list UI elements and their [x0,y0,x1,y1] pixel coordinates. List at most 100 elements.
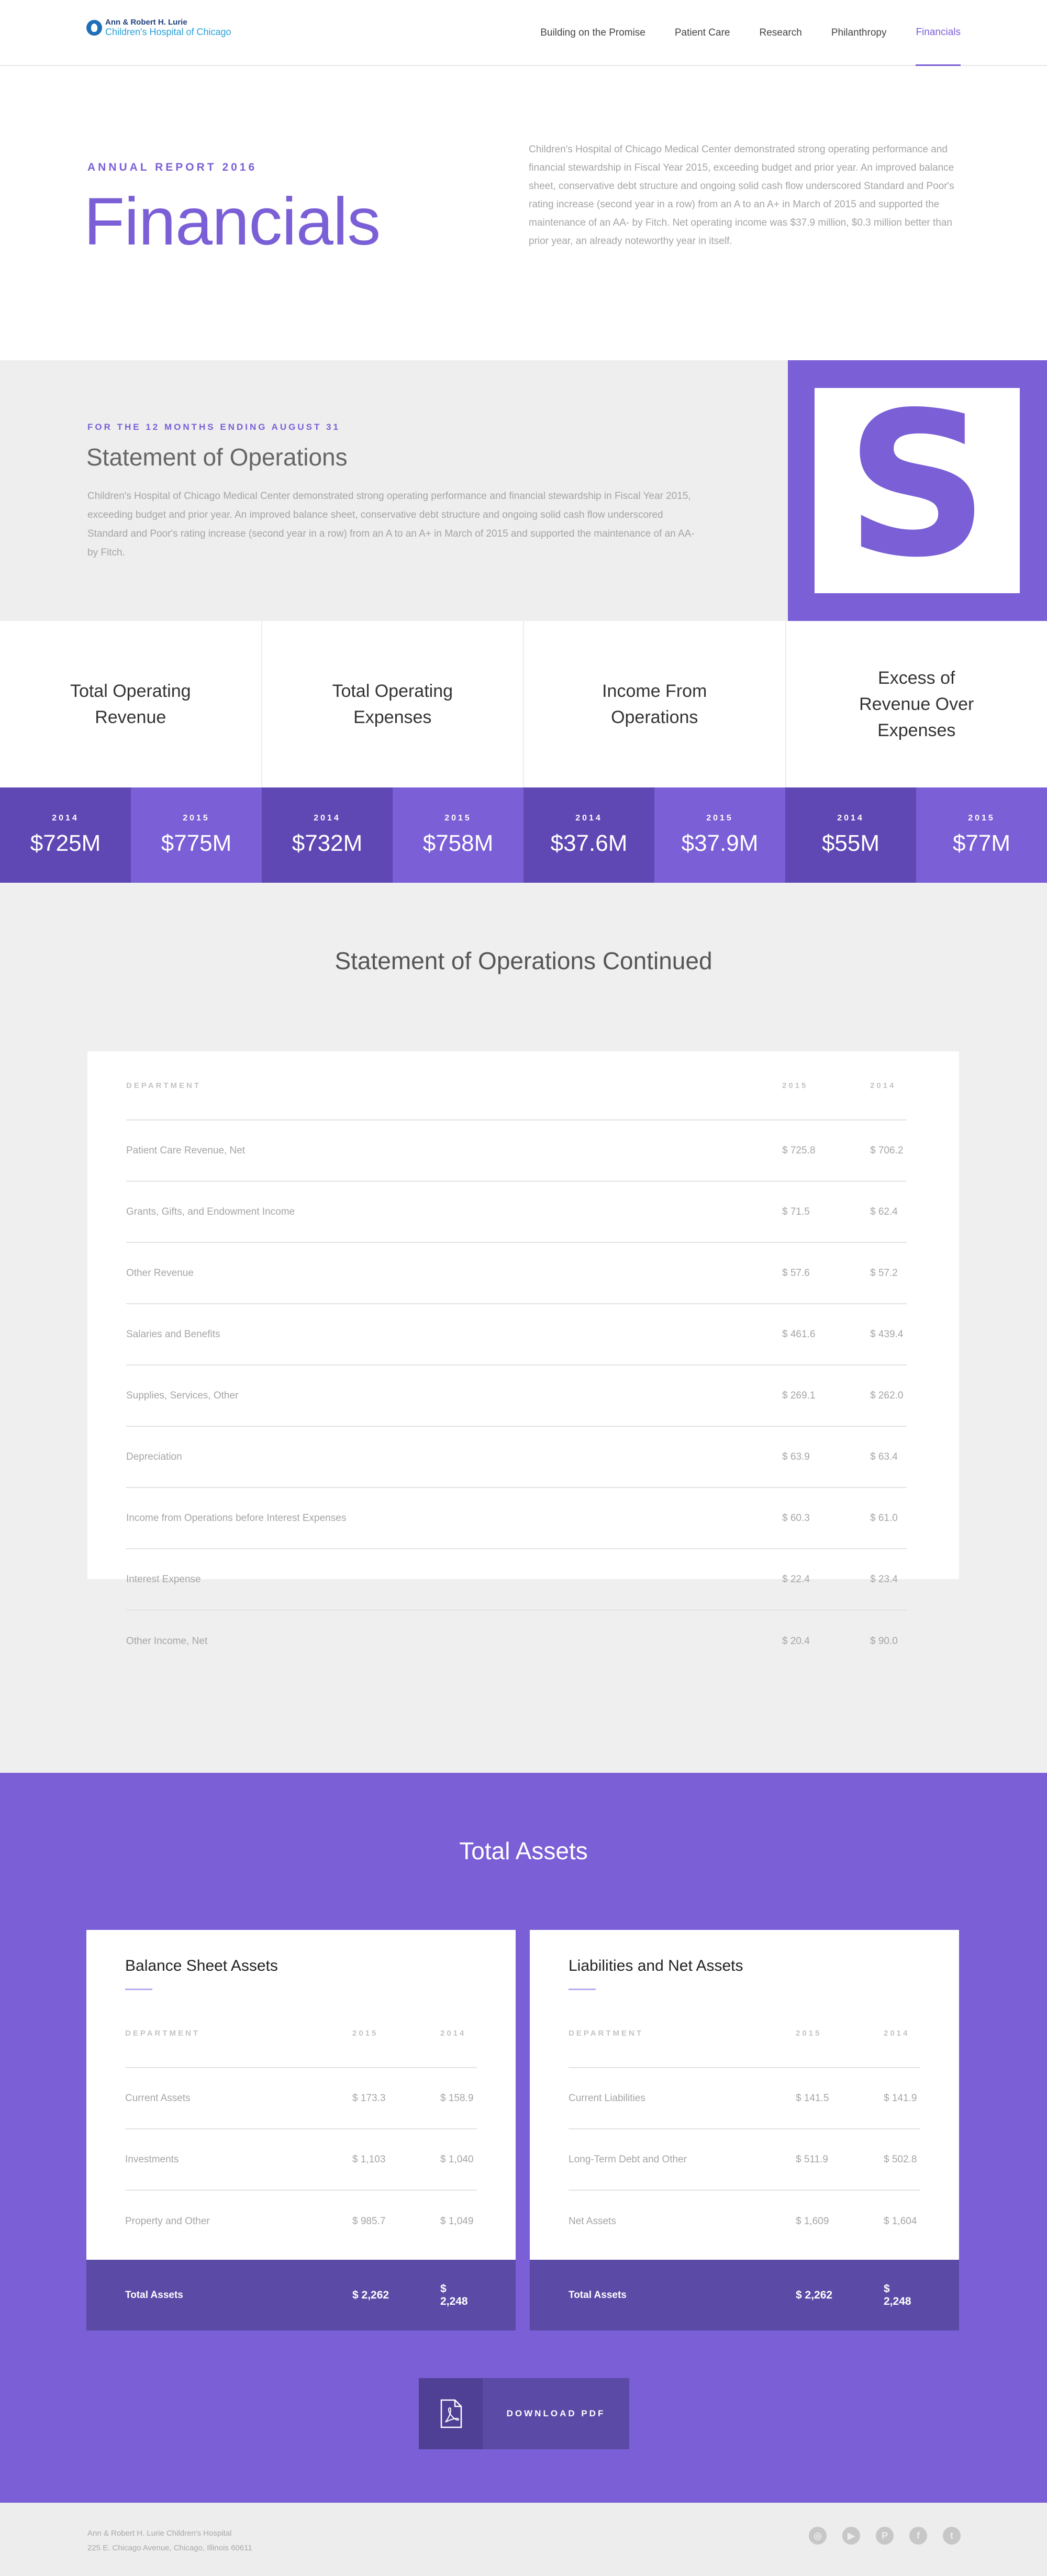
total-label: Total Assets [125,2289,183,2301]
row-name: Other Revenue [126,1267,194,1279]
header-department: DEPARTMENT [569,2028,644,2038]
row-2014: $ 1,040 [440,2153,474,2165]
ops-text: Children's Hospital of Chicago Medical C… [87,491,695,558]
metric-year: 2015 [968,814,995,823]
statement-badge-inner: S [815,386,1020,593]
row-2014: $ 262.0 [870,1390,904,1401]
row-2015: $ 269.1 [782,1390,816,1401]
table-header: DEPARTMENT 2015 2014 [569,1999,920,2068]
row-name: Patient Care Revenue, Net [126,1145,246,1156]
table-row: Current Liabilities $ 141.5 $ 141.9 [569,2068,920,2129]
row-2014: $ 141.9 [884,2092,917,2104]
row-2014: $ 1,049 [440,2215,474,2227]
footer-hospital-name: Ann & Robert H. Lurie Children's Hospita… [87,2529,232,2538]
metric-amount: $55M [821,830,880,856]
table-row: Investments $ 1,103 $ 1,040 [125,2129,477,2191]
row-2015: $ 60.3 [782,1512,810,1524]
total-assets-section: Total Assets Balance Sheet Assets DEPART… [0,1773,1047,2503]
row-2014: $ 23.4 [870,1573,898,1585]
total-assets-row: Total Assets $ 2,262 $ 2,248 [86,2260,516,2330]
metric-label-income: Income From Operations [602,681,707,727]
total-assets-row: Total Assets $ 2,262 $ 2,248 [530,2260,959,2330]
row-name: Other Income, Net [126,1635,208,1647]
row-2014: $ 502.8 [884,2153,917,2165]
metric-year: 2014 [837,814,864,823]
table-row: Other Revenue $ 57.6 $ 57.2 [126,1243,907,1304]
row-2015: $ 1,609 [796,2215,829,2227]
row-name: Interest Expense [126,1573,201,1585]
row-2015: $ 20.4 [782,1635,810,1647]
metric-value-cell: 2015 $775M [131,787,262,883]
table-row: Salaries and Benefits $ 461.6 $ 439.4 [126,1304,907,1365]
hero-intro-text: Children's Hospital of Chicago Medical C… [529,144,954,247]
twitter-icon[interactable]: t [943,2527,961,2545]
logo-line1: Ann & Robert H. Lurie [105,18,187,27]
row-name: Supplies, Services, Other [126,1390,239,1401]
nav-patient-care[interactable]: Patient Care [675,0,730,66]
row-2015: $ 22.4 [782,1573,810,1585]
metric-value-cell: 2015 $758M [393,787,524,883]
hospital-logo[interactable]: Ann & Robert H. Lurie Children's Hospita… [86,18,231,38]
assets-title: Total Assets [459,1837,588,1864]
logo-line2: Children's Hospital of Chicago [105,27,231,38]
table-row: Long-Term Debt and Other $ 511.9 $ 502.8 [569,2129,920,2191]
ops-title: Statement of Operations [86,443,348,471]
metric-year: 2014 [314,814,341,823]
metric-year: 2014 [52,814,79,823]
header-2014: 2014 [870,1081,896,1090]
metric-value-cell: 2015 $37.9M [654,787,785,883]
nav-financials[interactable]: Financials [916,0,961,66]
metric-value-cell: 2014 $732M [262,787,393,883]
metric-amount: $37.9M [681,830,759,856]
row-name: Salaries and Benefits [126,1328,220,1340]
page-title: Financials [84,184,381,259]
instagram-icon[interactable]: ◎ [809,2527,827,2545]
metric-cell: Excess of Revenue Over Expenses [786,621,1047,787]
row-name: Net Assets [569,2215,616,2227]
table-header: DEPARTMENT 2015 2014 [125,1999,477,2068]
header-2015: 2015 [796,2028,822,2038]
download-pdf-button[interactable]: DOWNLOAD PDF [419,2378,629,2449]
download-label: DOWNLOAD PDF [506,2408,606,2418]
table-row: Supplies, Services, Other $ 269.1 $ 262.0 [126,1365,907,1427]
row-2015: $ 173.3 [352,2092,386,2104]
row-2014: $ 61.0 [870,1512,898,1524]
balance-sheet-table: DEPARTMENT 2015 2014 Current Assets $ 173… [125,1999,477,2252]
pinterest-icon[interactable]: P [876,2527,894,2545]
nav-philanthropy[interactable]: Philanthropy [831,0,887,66]
table-row: Depreciation $ 63.9 $ 63.4 [126,1427,907,1488]
metric-amount: $775M [161,830,232,856]
table-row: Interest Expense $ 22.4 $ 23.4 [126,1549,907,1611]
total-2014: $ 2,248 [884,2282,911,2307]
table-row: Property and Other $ 985.7 $ 1,049 [125,2191,477,2252]
metric-year: 2015 [706,814,733,823]
liabilities-card: Liabilities and Net Assets DEPARTMENT 20… [530,1930,959,2330]
row-2015: $ 461.6 [782,1328,816,1340]
balance-sheet-title: Balance Sheet Assets [125,1957,278,1974]
header-2015: 2015 [352,2028,378,2038]
nav-research[interactable]: Research [760,0,802,66]
row-2015: $ 1,103 [352,2153,386,2165]
hero-eyebrow: ANNUAL REPORT 2016 [87,161,258,173]
title-underline [569,1989,596,1990]
facebook-icon[interactable]: f [909,2527,927,2545]
operations-table: DEPARTMENT 2015 2014 Patient Care Revenu… [126,1051,907,1672]
liabilities-title: Liabilities and Net Assets [569,1957,743,1974]
row-name: Long-Term Debt and Other [569,2153,687,2165]
hero-section: ANNUAL REPORT 2016 Financials Children's… [0,67,1047,360]
continued-title: Statement of Operations Continued [335,947,712,974]
row-name: Income from Operations before Interest E… [126,1512,347,1524]
liabilities-table: DEPARTMENT 2015 2014 Current Liabilities… [569,1999,920,2252]
metric-amount: $77M [952,830,1011,856]
metric-value-cell: 2014 $55M [785,787,916,883]
site-footer: Ann & Robert H. Lurie Children's Hospita… [0,2503,1047,2576]
row-name: Investments [125,2153,179,2165]
metric-value-cell: 2015 $77M [916,787,1047,883]
nav-building-on-the-promise[interactable]: Building on the Promise [540,0,645,66]
row-2014: $ 62.4 [870,1206,898,1217]
total-2015: $ 2,262 [796,2289,833,2301]
total-2014: $ 2,248 [440,2282,468,2307]
youtube-icon[interactable]: ▶ [842,2527,860,2545]
statement-badge: S [788,360,1047,621]
ops-eyebrow: FOR THE 12 MONTHS ENDING AUGUST 31 [87,422,340,432]
